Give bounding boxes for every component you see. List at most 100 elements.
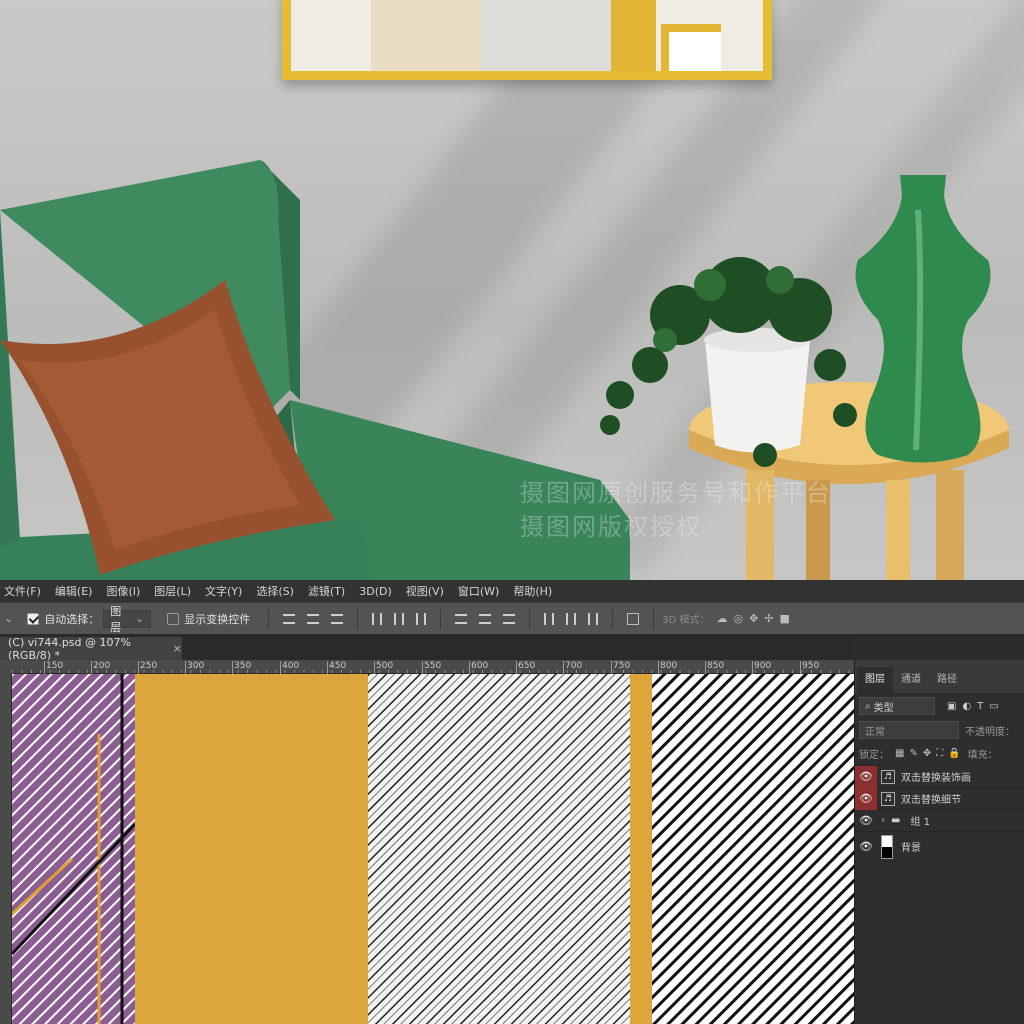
distribute-hcenter-icon[interactable] <box>566 612 577 625</box>
align-right-icon[interactable] <box>416 612 427 625</box>
ruler-tick: 750 <box>610 661 631 674</box>
lock-icons[interactable]: ▦✎✥⛶🔒 <box>895 748 966 759</box>
layer-row[interactable]: 👁 ♬ 双击替换细节 <box>855 787 1024 810</box>
align-left-icon[interactable] <box>372 612 383 625</box>
align-bottom-icon[interactable] <box>331 613 344 624</box>
distribute-left-icon[interactable] <box>544 612 555 625</box>
menu-type[interactable]: 文字(Y) <box>205 583 242 599</box>
fill-label: 填充： <box>967 750 998 761</box>
tab-paths[interactable]: 路径 <box>929 667 965 693</box>
lock-row: 锁定： ▦✎✥⛶🔒 填充： <box>855 742 1024 766</box>
ruler-tick: 150 <box>43 661 64 674</box>
ruler-tick: 650 <box>515 661 536 674</box>
panel-tabs: 图层 通道 路径 <box>855 660 1024 694</box>
chevron-down-icon: ⌄ <box>135 612 145 625</box>
menu-layer[interactable]: 图层(L) <box>154 583 191 599</box>
roll-3d-icon[interactable]: ◎ <box>733 612 743 625</box>
document-tab[interactable]: (C) vi744.psd @ 107%(RGB/8) * × <box>0 635 182 662</box>
green-vase <box>855 175 991 463</box>
align-vcenter-icon[interactable] <box>307 613 320 624</box>
canvas-artwork <box>12 674 854 1024</box>
watermark: 摄图网原创服务号和作平台 摄图网版权授权 <box>520 479 832 541</box>
menu-3d[interactable]: 3D(D) <box>359 585 392 598</box>
auto-select-dropdown[interactable]: 图层 ⌄ <box>103 605 152 634</box>
distribute-vcenter-icon[interactable] <box>479 613 492 624</box>
auto-align-icon[interactable] <box>627 612 640 625</box>
wall-art-frame <box>282 0 772 80</box>
folder-icon: ▬ <box>891 815 901 826</box>
slide-3d-icon[interactable]: ✢ <box>764 612 773 625</box>
document-tab-bar: (C) vi744.psd @ 107%(RGB/8) * × <box>0 634 854 662</box>
document-canvas[interactable] <box>12 674 854 1024</box>
ruler-tick: 500 <box>373 661 394 674</box>
smart-object-icon: ♬ <box>881 769 895 784</box>
brown-pillow <box>0 280 335 575</box>
show-transform-checkbox[interactable] <box>167 612 180 625</box>
options-bar: ⌄ 自动选择： 图层 ⌄ 显示变换控件 3D 模式： ☁ ◎ ✥ ✢ ■ <box>0 602 1024 634</box>
close-icon[interactable]: × <box>173 642 182 655</box>
tab-channels[interactable]: 通道 <box>893 667 929 693</box>
show-transform-label: 显示变换控件 <box>184 612 251 626</box>
tab-layers[interactable]: 图层 <box>857 667 893 693</box>
layer-filter-dropdown[interactable]: ⌕ 类型 <box>859 697 935 715</box>
auto-select-label: 自动选择： <box>44 612 100 626</box>
menu-select[interactable]: 选择(S) <box>256 583 294 599</box>
mode-3d-label: 3D 模式： <box>662 615 710 626</box>
ruler-tick: 800 <box>657 661 678 674</box>
ruler-tick: 700 <box>562 661 583 674</box>
lock-label: 锁定： <box>859 750 889 761</box>
layer-row[interactable]: 👁 › ▬ 组 1 <box>855 810 1024 832</box>
interior-preview-image: 摄图网原创服务号和作平台 摄图网版权授权 <box>0 0 1024 580</box>
menu-view[interactable]: 视图(V) <box>406 583 444 599</box>
eye-icon[interactable]: 👁 <box>855 765 877 788</box>
ruler-tick: 550 <box>421 661 442 674</box>
ruler-tick: 450 <box>326 661 347 674</box>
menu-image[interactable]: 图像(I) <box>106 583 140 599</box>
search-icon: ⌕ <box>865 700 871 712</box>
drag-3d-icon[interactable]: ✥ <box>749 612 758 625</box>
opacity-label: 不透明度： <box>965 726 1015 738</box>
menu-window[interactable]: 窗口(W) <box>458 583 499 599</box>
orbit-3d-icon[interactable]: ☁ <box>716 612 727 625</box>
eye-icon[interactable]: 👁 <box>855 810 877 832</box>
menu-edit[interactable]: 编辑(E) <box>55 583 93 599</box>
document-title: (C) vi744.psd @ 107%(RGB/8) * <box>8 635 131 662</box>
layer-name: 背景 <box>901 843 921 854</box>
tool-preset-chevron-icon[interactable]: ⌄ <box>4 612 13 625</box>
align-hcenter-icon[interactable] <box>394 612 405 625</box>
chevron-right-icon[interactable]: › <box>881 815 885 826</box>
horizontal-ruler[interactable]: 150 200 250 300 350 400 450 500 550 600 … <box>12 660 854 674</box>
align-top-icon[interactable] <box>283 613 296 624</box>
layer-filter-row: ⌕ 类型 ▣◐T▭ <box>855 694 1024 718</box>
eye-icon[interactable]: 👁 <box>855 836 877 858</box>
eye-icon[interactable]: 👁 <box>855 787 877 810</box>
menu-file[interactable]: 文件(F) <box>4 583 41 599</box>
distribute-right-icon[interactable] <box>588 612 599 625</box>
blend-mode-dropdown[interactable]: 正常 <box>859 721 959 739</box>
ruler-tick: 350 <box>231 661 252 674</box>
blend-row: 正常 不透明度： <box>855 718 1024 742</box>
layer-name: 双击替换细节 <box>901 795 961 806</box>
ruler-tick: 200 <box>90 661 111 674</box>
menu-bar: 文件(F) 编辑(E) 图像(I) 图层(L) 文字(Y) 选择(S) 滤镜(T… <box>0 580 1024 602</box>
vertical-ruler[interactable] <box>0 674 12 1024</box>
ruler-tick: 900 <box>751 661 772 674</box>
layer-row[interactable]: 👁 背景 <box>855 832 1024 862</box>
ruler-origin[interactable] <box>0 660 12 674</box>
camera-3d-icon[interactable]: ■ <box>780 612 790 625</box>
layers-panel: 图层 通道 路径 ⌕ 类型 ▣◐T▭ 正常 不透明度： 锁定： ▦✎✥⛶🔒 填充… <box>854 660 1024 1024</box>
distribute-top-icon[interactable] <box>455 613 468 624</box>
ruler-tick: 300 <box>184 661 205 674</box>
app-window: { "watermark": {"line1": "摄图网原创服务号和作平台",… <box>0 0 1024 1024</box>
layer-name: 双击替换装饰画 <box>901 773 971 784</box>
ruler-tick: 850 <box>704 661 725 674</box>
auto-select-checkbox[interactable] <box>27 612 40 625</box>
menu-help[interactable]: 帮助(H) <box>513 583 552 599</box>
layer-thumbnail <box>881 834 893 859</box>
layer-row[interactable]: 👁 ♬ 双击替换装饰画 <box>855 765 1024 788</box>
filter-type-icons[interactable]: ▣◐T▭ <box>947 701 1005 712</box>
distribute-bottom-icon[interactable] <box>503 613 516 624</box>
layer-name: 组 1 <box>910 817 930 828</box>
menu-filter[interactable]: 滤镜(T) <box>308 583 345 599</box>
smart-object-icon: ♬ <box>881 791 895 806</box>
